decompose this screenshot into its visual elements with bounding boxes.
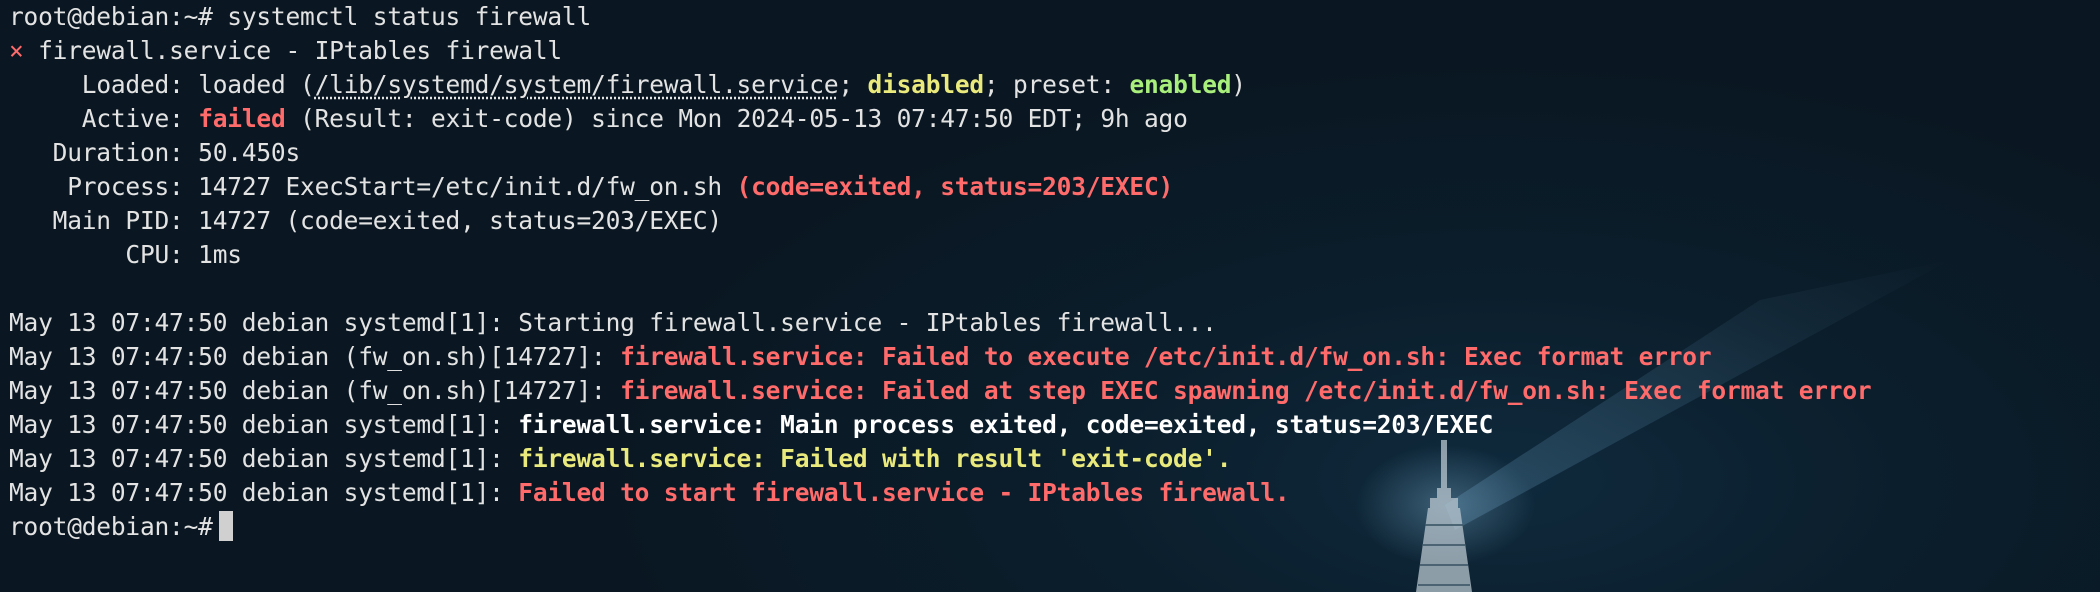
active-details: (Result: exit-code) since Mon 2024-05-13… bbox=[300, 104, 1188, 133]
process-key: Process: bbox=[67, 172, 184, 201]
loaded-line: Loaded: loaded (/lib/systemd/system/fire… bbox=[81, 70, 1246, 99]
log-prefix: May 13 07:47:50 debian systemd[1]: bbox=[9, 308, 504, 337]
unit-header-line: × firewall.service - IPtables firewall bbox=[9, 34, 2089, 68]
unit-header: firewall.service - IPtables firewall bbox=[38, 36, 562, 65]
cpu-key: CPU: bbox=[125, 240, 184, 269]
active-line: Active: failed (Result: exit-code) since… bbox=[9, 102, 2089, 136]
log-line: May 13 07:47:50 debian (fw_on.sh)[14727]… bbox=[9, 340, 2089, 374]
enablement-state: disabled bbox=[867, 70, 985, 99]
duration-value: 50.450s bbox=[198, 138, 301, 167]
log-prefix: May 13 07:47:50 debian (fw_on.sh)[14727]… bbox=[9, 376, 606, 405]
main-pid-key: Main PID: bbox=[52, 206, 184, 235]
text-cursor[interactable] bbox=[218, 511, 233, 541]
duration-line: Duration: 50.450s bbox=[9, 136, 2089, 170]
duration-key: Duration: bbox=[52, 138, 184, 167]
final-prompt-line[interactable]: root@debian:~# bbox=[9, 510, 2089, 544]
log-line: May 13 07:47:50 debian (fw_on.sh)[14727]… bbox=[9, 374, 2089, 408]
log-prefix: May 13 07:47:50 debian systemd[1]: bbox=[9, 444, 504, 473]
main-pid-value: 14727 (code=exited, status=203/EXEC) bbox=[198, 206, 722, 235]
log-message-error: firewall.service: Failed to execute /etc… bbox=[620, 342, 1712, 371]
log-message: Starting firewall.service - IPtables fir… bbox=[518, 308, 1217, 337]
command-line: root@debian:~# systemctl status firewall bbox=[9, 0, 2089, 34]
log-message-error: Failed to start firewall.service - IPtab… bbox=[518, 478, 1290, 507]
preset-state: enabled bbox=[1129, 70, 1232, 99]
command-text: systemctl status firewall bbox=[227, 2, 592, 31]
log-prefix: May 13 07:47:50 debian (fw_on.sh)[14727]… bbox=[9, 342, 606, 371]
log-line: May 13 07:47:50 debian systemd[1]: Start… bbox=[9, 306, 2089, 340]
unit-file-path: /lib/systemd/system/firewall.service bbox=[314, 70, 839, 99]
process-line: Process: 14727 ExecStart=/etc/init.d/fw_… bbox=[9, 170, 2089, 204]
shell-prompt: root@debian:~# bbox=[9, 2, 213, 31]
log-message-error: firewall.service: Failed at step EXEC sp… bbox=[620, 376, 1872, 405]
log-line: May 13 07:47:50 debian systemd[1]: Faile… bbox=[9, 476, 2089, 510]
main-pid-line: Main PID: 14727 (code=exited, status=203… bbox=[9, 204, 2089, 238]
log-line: May 13 07:47:50 debian systemd[1]: firew… bbox=[9, 442, 2089, 476]
process-value: 14727 ExecStart=/etc/init.d/fw_on.sh bbox=[198, 172, 722, 201]
shell-prompt: root@debian:~# bbox=[9, 512, 213, 541]
terminal-output[interactable]: root@debian:~# systemctl status firewall… bbox=[9, 0, 2089, 544]
cpu-value: 1ms bbox=[198, 240, 242, 269]
log-prefix: May 13 07:47:50 debian systemd[1]: bbox=[9, 478, 504, 507]
loaded-key: Loaded: bbox=[81, 70, 184, 99]
log-message-warning: firewall.service: Failed with result 'ex… bbox=[518, 444, 1232, 473]
log-prefix: May 13 07:47:50 debian systemd[1]: bbox=[9, 410, 504, 439]
active-key: Active: bbox=[81, 104, 184, 133]
failed-status-icon: × bbox=[9, 36, 24, 65]
log-message-notice: firewall.service: Main process exited, c… bbox=[518, 410, 1494, 439]
cpu-line: CPU: 1ms bbox=[9, 238, 2089, 272]
active-state: failed bbox=[198, 104, 286, 133]
process-exit-code: (code=exited, status=203/EXEC) bbox=[736, 172, 1174, 201]
log-line: May 13 07:47:50 debian systemd[1]: firew… bbox=[9, 408, 2089, 442]
